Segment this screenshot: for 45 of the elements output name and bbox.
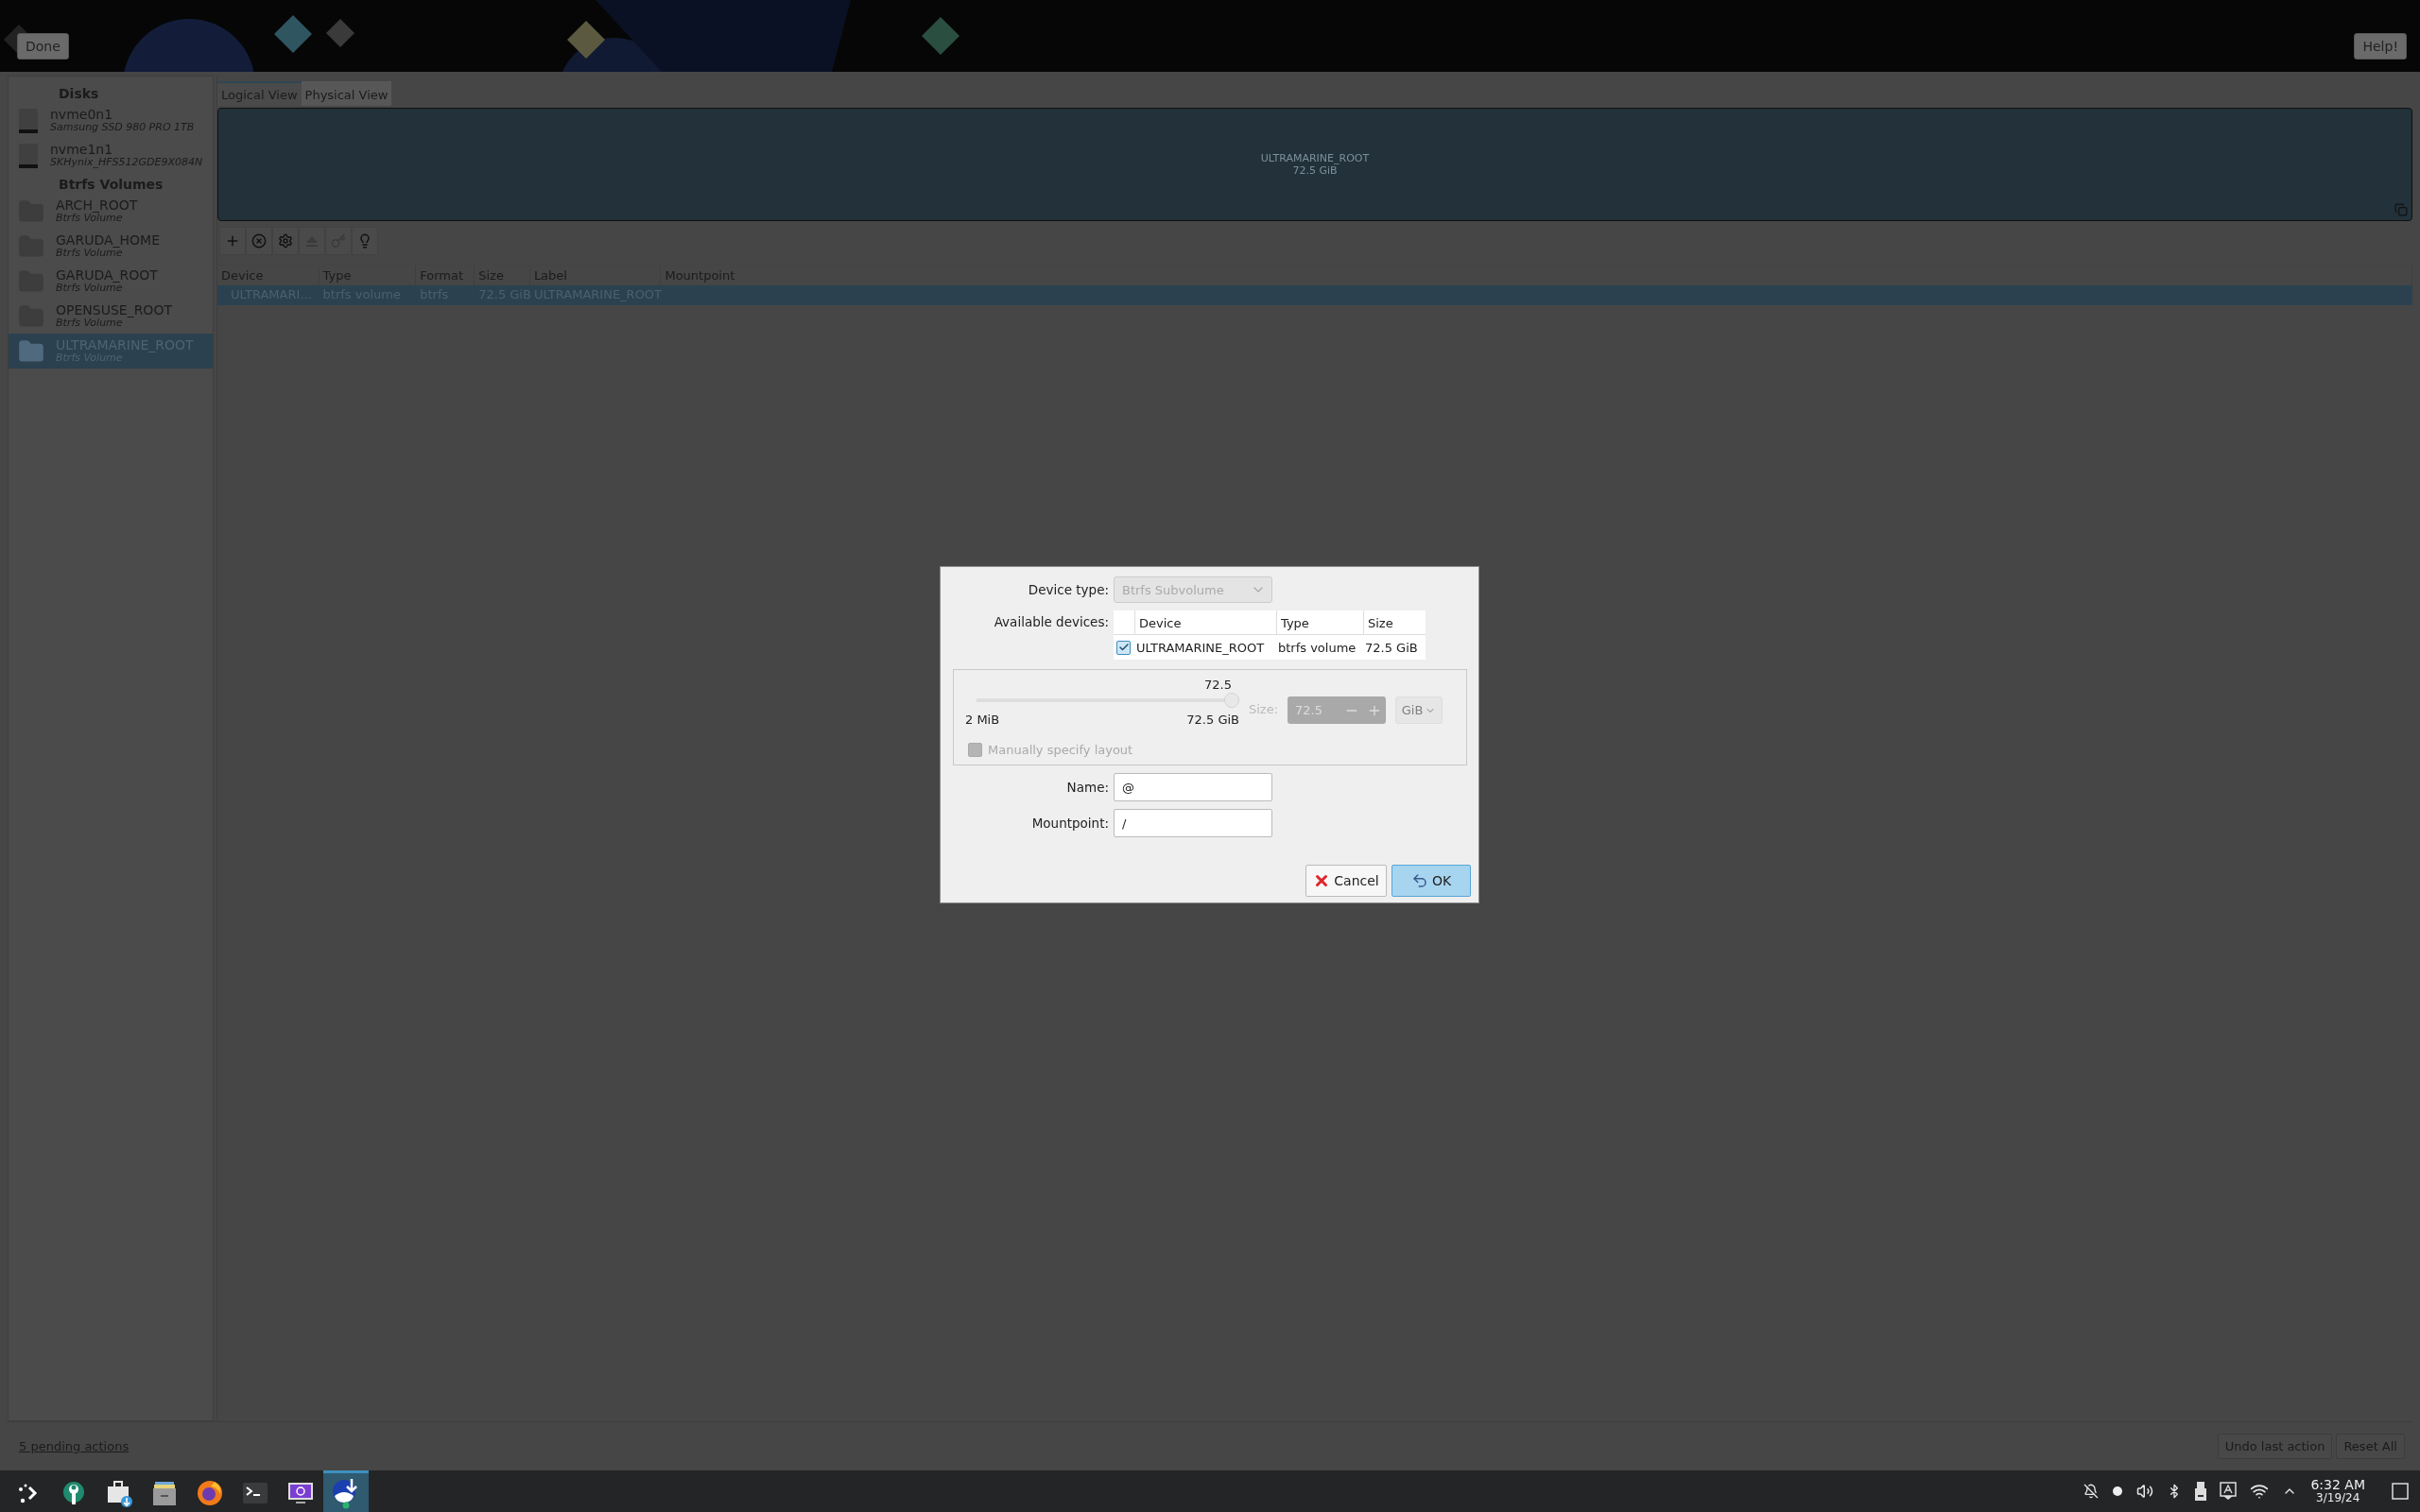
slider-max: 72.5 GiB [1186, 713, 1239, 727]
slider-value: 72.5 [1204, 678, 1232, 692]
table-cell-text: btrfs volume [1277, 640, 1357, 655]
help-button[interactable]: Help! [2354, 33, 2407, 60]
checkbox-label: Manually specify layout [988, 743, 1133, 757]
field-label: Name: [1065, 780, 1109, 795]
done-button[interactable]: Done [17, 33, 69, 60]
store-icon [105, 1478, 133, 1507]
dot-icon[interactable] [2112, 1486, 2124, 1497]
show-desktop-icon[interactable] [2392, 1483, 2409, 1500]
wifi-icon[interactable] [2250, 1482, 2270, 1501]
cancel-button[interactable]: Cancel [1305, 865, 1387, 897]
tab[interactable]: Physical View [301, 81, 392, 106]
lightbulb-icon [357, 233, 372, 249]
notifications-off-icon[interactable] [2083, 1484, 2100, 1499]
slider-min: 2 MiB [965, 713, 1000, 727]
copy-icon [2394, 203, 2408, 216]
remove-icon [251, 233, 267, 249]
partition-size: 72.5 GiB [1292, 164, 1338, 177]
table-cell-text: 72.5 GiB [1364, 640, 1419, 655]
folder-icon [18, 337, 44, 365]
clock[interactable]: 6:32 AM 3/19/24 [2310, 1478, 2365, 1504]
volume-icon[interactable] [2136, 1483, 2154, 1500]
name-field[interactable]: @ [1114, 773, 1272, 801]
field-label: Device type: [1027, 582, 1109, 597]
checkbox[interactable] [1116, 640, 1131, 655]
partition-label: ULTRAMARINE_ROOT [1260, 152, 1370, 164]
field-label: Available devices: [993, 614, 1109, 629]
ok-button[interactable]: OK [1392, 865, 1471, 897]
settings-icon [60, 1479, 87, 1506]
return-arrow-icon [1410, 872, 1428, 889]
table-cell-text: ULTRAMARINE_ROOT [1135, 640, 1266, 655]
usb-drive-icon[interactable] [2195, 1482, 2207, 1501]
field-label: Mountpoint: [1030, 816, 1109, 831]
column-header: Type [1276, 610, 1363, 634]
browser-icon [196, 1478, 224, 1507]
column-header: Device [1134, 610, 1276, 634]
disk-drive-icon [18, 142, 39, 169]
add-icon [225, 233, 240, 249]
keyboard-layout-icon[interactable] [2220, 1482, 2238, 1501]
disk-drive-icon [18, 107, 39, 134]
taskbar-app[interactable] [323, 1470, 369, 1512]
column-header: Size [1363, 610, 1426, 634]
mountpoint-field[interactable]: / [1114, 809, 1272, 837]
gear-icon [278, 233, 293, 249]
